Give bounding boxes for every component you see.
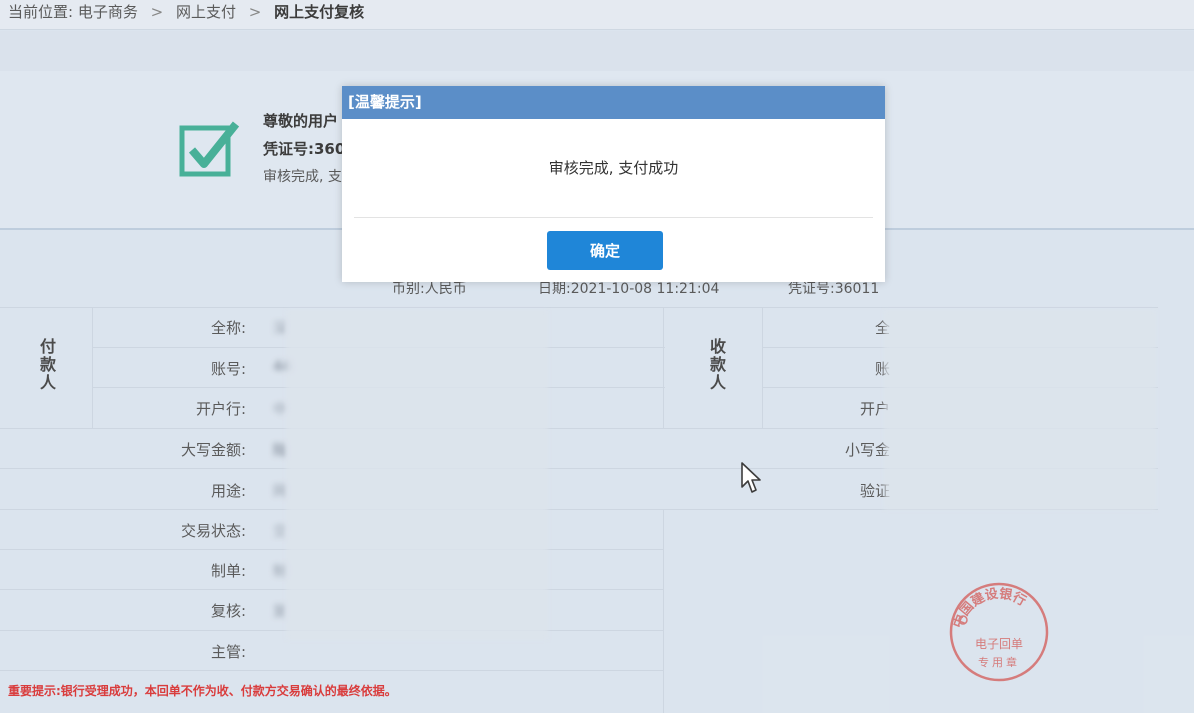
alert-dialog: [温馨提示] 审核完成, 支付成功 确定 <box>342 86 885 282</box>
confirm-button[interactable]: 确定 <box>547 231 663 270</box>
dialog-message: 审核完成, 支付成功 <box>548 159 679 177</box>
dialog-title: [温馨提示] <box>342 86 885 119</box>
dialog-divider <box>354 217 873 218</box>
